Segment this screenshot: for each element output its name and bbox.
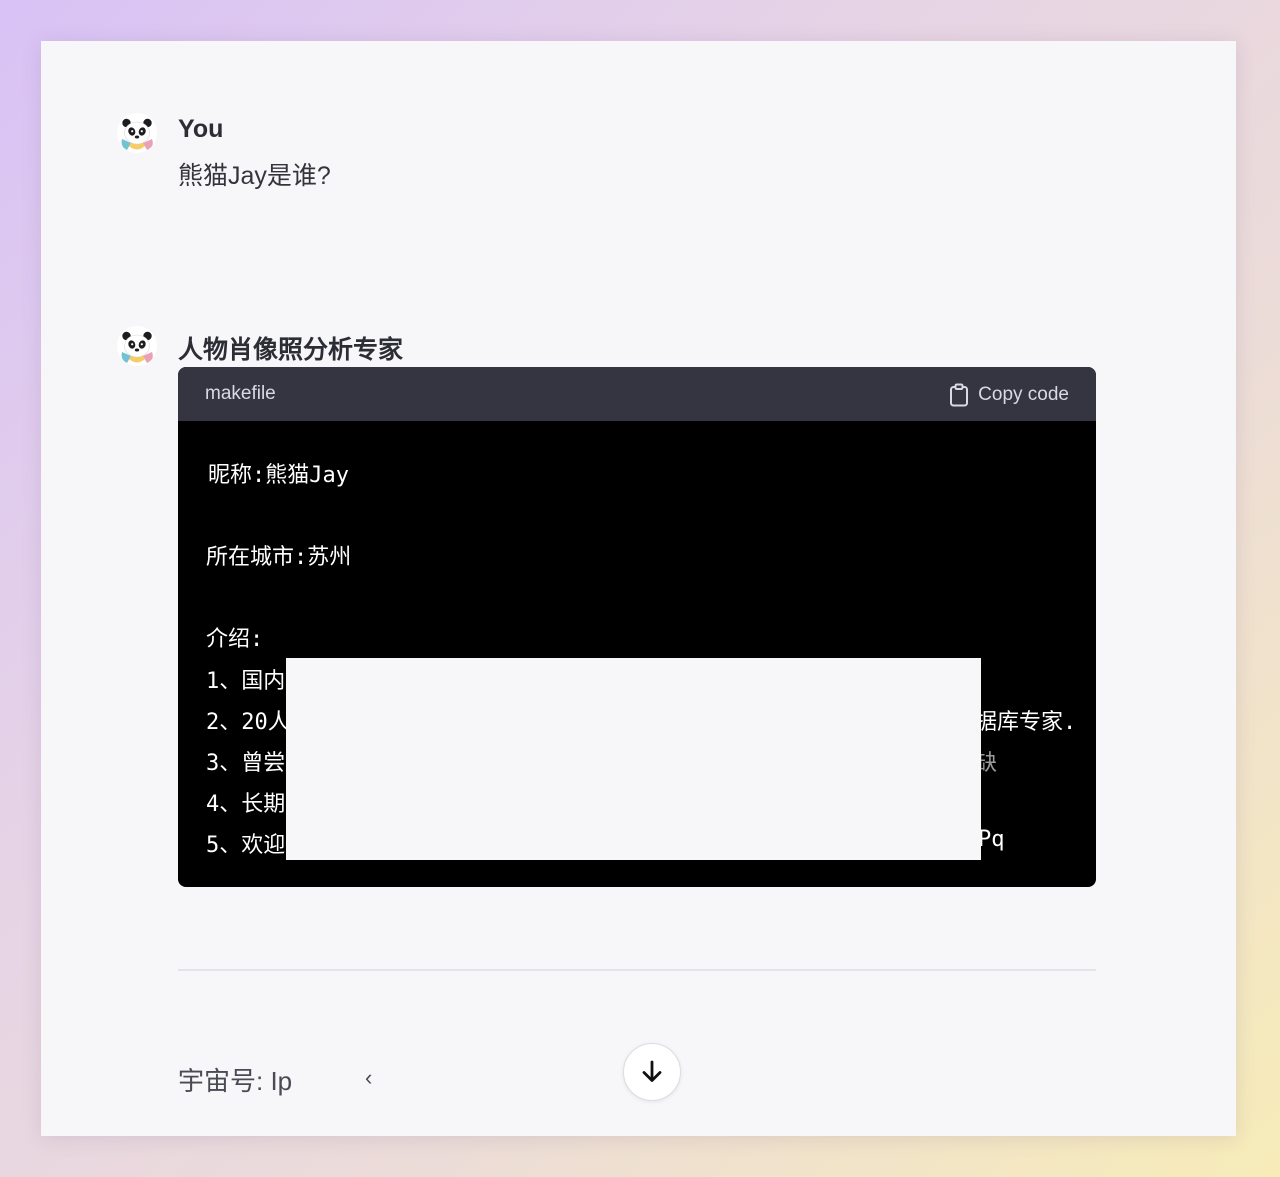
user-message-text: 熊猫Jay是谁? (178, 162, 331, 190)
code-line: 1、国内 (206, 669, 286, 694)
arrow-down-icon (642, 1060, 662, 1082)
panda-avatar-icon (117, 326, 157, 366)
panda-avatar-icon (117, 113, 157, 153)
sender-name: You (178, 115, 224, 143)
code-line: 5、欢迎 (206, 833, 286, 858)
footer-text: 宇宙号: Ip (178, 1066, 293, 1096)
code-line: 介绍: (206, 627, 264, 652)
redaction-box (286, 658, 981, 860)
code-line: 4、长期 (206, 792, 286, 817)
code-line: 3、曾尝 (206, 751, 286, 776)
code-language-label: makefile (205, 383, 276, 404)
chat-window: You 熊猫Jay是谁? 人物肖像照分析专家 makefile Copy cod… (41, 41, 1236, 1136)
code-line: 2、20人 (206, 710, 290, 735)
code-line: 所在城市:苏州 (206, 545, 352, 570)
code-fragment: Pq (978, 827, 1005, 852)
clipboard-icon (950, 383, 969, 407)
divider (178, 969, 1096, 971)
assistant-name: 人物肖像照分析专家 (178, 336, 404, 364)
scroll-down-button[interactable] (623, 1043, 681, 1101)
code-block-header: makefile Copy code (178, 367, 1096, 421)
footer-fragment: ‹ (365, 1065, 373, 1090)
code-line: 昵称:熊猫Jay (208, 463, 349, 488)
code-fragment: 据库专家. (975, 710, 1077, 735)
copy-code-label: Copy code (978, 384, 1069, 405)
copy-code-button[interactable]: Copy code (949, 381, 1069, 409)
